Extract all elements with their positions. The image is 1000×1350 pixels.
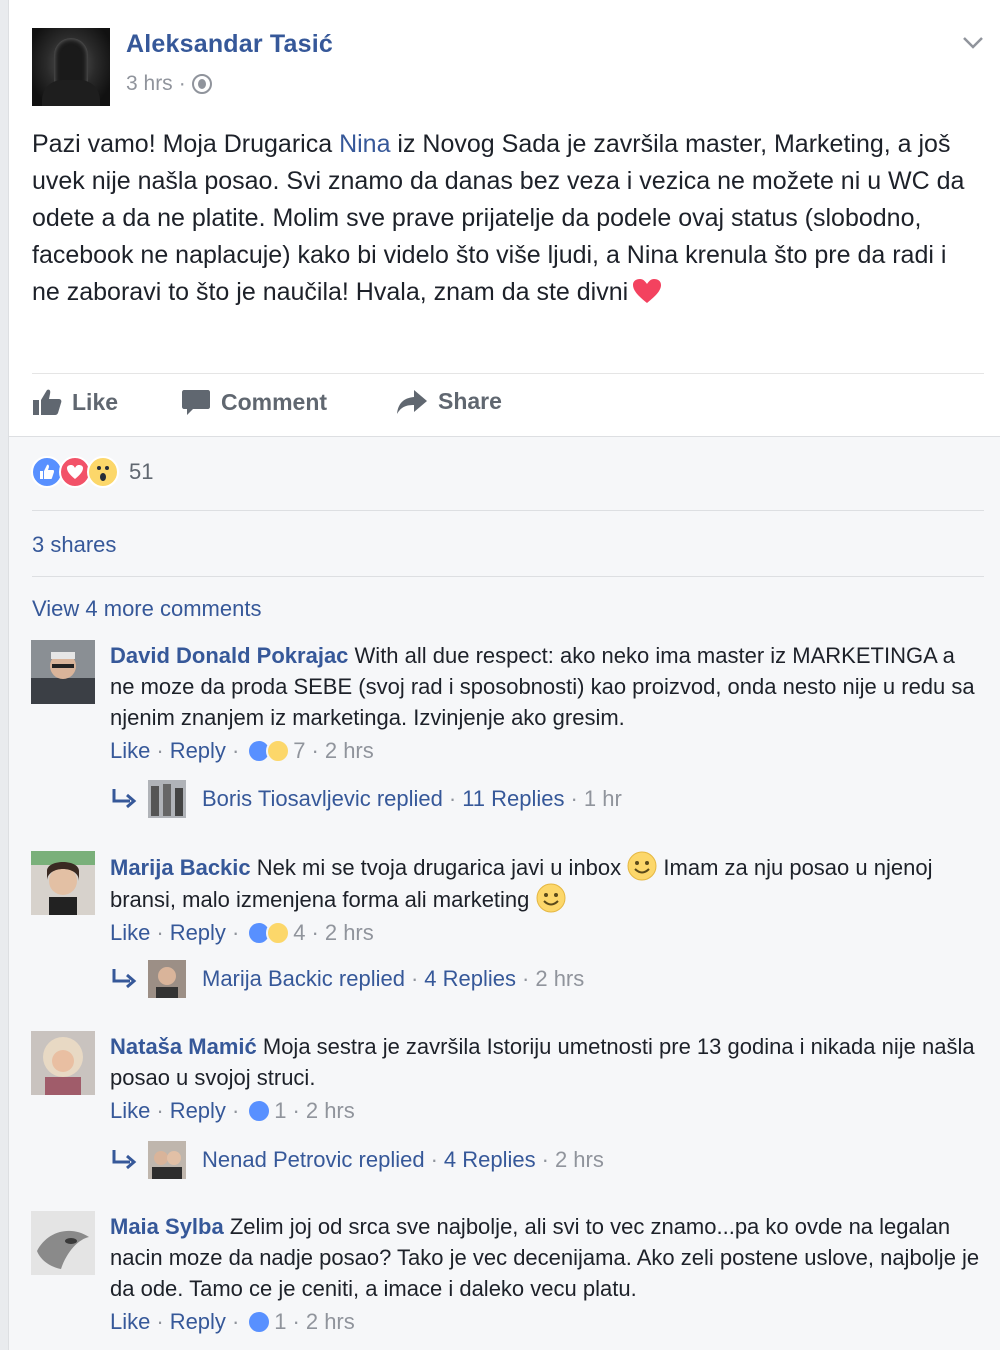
share-label: Share — [438, 388, 502, 414]
comment-reply-link[interactable]: Reply — [170, 1306, 226, 1337]
comment-body: Marija Backic Nek mi se tvoja drugarica … — [110, 851, 980, 948]
chevron-down-icon[interactable] — [962, 30, 983, 50]
haha-reaction-icon — [266, 920, 291, 945]
comment-actions: Like · Reply · 1 · 2 hrs — [110, 1306, 980, 1337]
commenter-name[interactable]: David Donald Pokrajac — [110, 643, 348, 668]
replier-avatar — [148, 960, 186, 998]
heart-icon — [632, 278, 662, 304]
comment-text: Zelim joj od srca sve najbolje, ali svi … — [110, 1214, 980, 1301]
comment-reply-link[interactable]: Reply — [170, 917, 226, 948]
view-more-comments-link[interactable]: View 4 more comments — [32, 596, 261, 622]
comment-like-link[interactable]: Like — [110, 1095, 150, 1126]
reaction-count: 51 — [129, 459, 154, 484]
commenter-avatar[interactable] — [31, 1031, 95, 1095]
post-time[interactable]: 3 hrs — [126, 72, 173, 96]
comment-body: David Donald Pokrajac With all due respe… — [110, 640, 980, 766]
comment-actions: Like · Reply · 1 · 2 hrs — [110, 1095, 980, 1126]
reply-arrow-icon — [112, 789, 137, 809]
post-text: Pazi vamo! Moja Drugarica Nina iz Novog … — [32, 126, 967, 311]
replies-count[interactable]: 4 Replies — [444, 1147, 536, 1173]
comment-reply-link[interactable]: Reply — [170, 735, 226, 766]
wow-reaction-icon — [87, 456, 119, 488]
comment-reaction-count: 1 — [274, 1309, 287, 1334]
replied-by[interactable]: Nenad Petrovic replied — [202, 1147, 425, 1173]
share-button[interactable]: Share — [396, 388, 502, 415]
like-reaction-icon — [247, 1098, 272, 1123]
comment-like-link[interactable]: Like — [110, 735, 150, 766]
divider — [32, 576, 984, 577]
author-name[interactable]: Aleksandar Tasić — [126, 30, 333, 59]
comment-reactions[interactable] — [247, 1309, 272, 1334]
author-avatar[interactable] — [32, 28, 110, 106]
comment-time[interactable]: 2 hrs — [306, 1095, 355, 1126]
post-card: Aleksandar Tasić 3 hrs · Pazi vamo! Moja… — [8, 0, 1000, 1350]
like-reaction-icon — [247, 1309, 272, 1334]
speech-bubble-icon — [182, 390, 210, 415]
commenter-avatar[interactable] — [31, 1211, 95, 1275]
comment-time[interactable]: 2 hrs — [325, 917, 374, 948]
reaction-summary[interactable]: 51 — [31, 456, 153, 488]
commenter-name[interactable]: Marija Backic — [110, 855, 251, 880]
post-header-section: Aleksandar Tasić 3 hrs · Pazi vamo! Moja… — [9, 0, 1000, 436]
replies-count[interactable]: 4 Replies — [424, 966, 516, 992]
comment-body: Maia Sylba Zelim joj od srca sve najbolj… — [110, 1211, 980, 1337]
replies-count[interactable]: 11 Replies — [462, 786, 564, 812]
comment-reactions[interactable] — [247, 1098, 272, 1123]
comment-like-link[interactable]: Like — [110, 1306, 150, 1337]
comment-text-part1: Nek mi se tvoja drugarica javi u inbox — [256, 855, 622, 880]
commenter-name[interactable]: Maia Sylba — [110, 1214, 224, 1239]
comment-time[interactable]: 2 hrs — [306, 1306, 355, 1337]
haha-reaction-icon — [266, 738, 291, 763]
comment-reaction-count: 1 — [274, 1098, 287, 1123]
reply-arrow-icon — [112, 1150, 137, 1170]
comment-time[interactable]: 2 hrs — [325, 735, 374, 766]
commenter-avatar[interactable] — [31, 640, 95, 704]
share-arrow-icon — [397, 389, 427, 414]
post-text-part1: Pazi vamo! Moja Drugarica — [32, 130, 340, 158]
replier-avatar — [148, 1141, 186, 1179]
reply-time: 2 hrs — [535, 966, 585, 991]
comment-label: Comment — [221, 388, 328, 415]
action-divider — [32, 373, 984, 374]
comment-actions: Like · Reply · 7 · 2 hrs — [110, 735, 980, 766]
commenter-name[interactable]: Nataša Mamić — [110, 1034, 257, 1059]
comment-reaction-count: 7 — [293, 738, 306, 763]
comment-reactions[interactable] — [247, 920, 291, 945]
divider — [32, 510, 984, 511]
reply-arrow-icon — [112, 969, 137, 989]
reply-time: 1 hr — [583, 786, 622, 811]
comment-body: Nataša Mamić Moja sestra je završila Ist… — [110, 1031, 980, 1126]
replies-summary[interactable]: Boris Tiosavljevic replied · 11 Replies · … — [110, 780, 622, 818]
public-globe-icon[interactable] — [191, 74, 212, 94]
like-label: Like — [72, 388, 119, 415]
comment-reaction-count: 4 — [293, 920, 306, 945]
replies-summary[interactable]: Marija Backic replied · 4 Replies · 2 hrs — [110, 960, 584, 998]
thumbs-up-icon — [33, 389, 62, 415]
smile-emoji-icon — [536, 883, 566, 913]
replied-by[interactable]: Boris Tiosavljevic replied — [202, 786, 443, 812]
comment-actions: Like · Reply · 4 · 2 hrs — [110, 917, 980, 948]
like-button[interactable]: Like — [32, 388, 118, 416]
shares-count-link[interactable]: 3 shares — [32, 532, 116, 558]
replied-by[interactable]: Marija Backic replied — [202, 966, 405, 992]
meta-separator: · — [178, 72, 186, 95]
commenter-avatar[interactable] — [31, 851, 95, 915]
post-meta: 3 hrs · — [126, 72, 212, 96]
reply-time: 2 hrs — [554, 1147, 604, 1172]
comment-reactions[interactable] — [247, 738, 291, 763]
smile-emoji-icon — [627, 851, 657, 881]
comment-like-link[interactable]: Like — [110, 917, 150, 948]
mention-link[interactable]: Nina — [339, 130, 390, 158]
replier-avatar — [148, 780, 186, 818]
comment-reply-link[interactable]: Reply — [170, 1095, 226, 1126]
comment-button[interactable]: Comment — [181, 388, 327, 416]
replies-summary[interactable]: Nenad Petrovic replied · 4 Replies · 2 hrs — [110, 1141, 604, 1179]
